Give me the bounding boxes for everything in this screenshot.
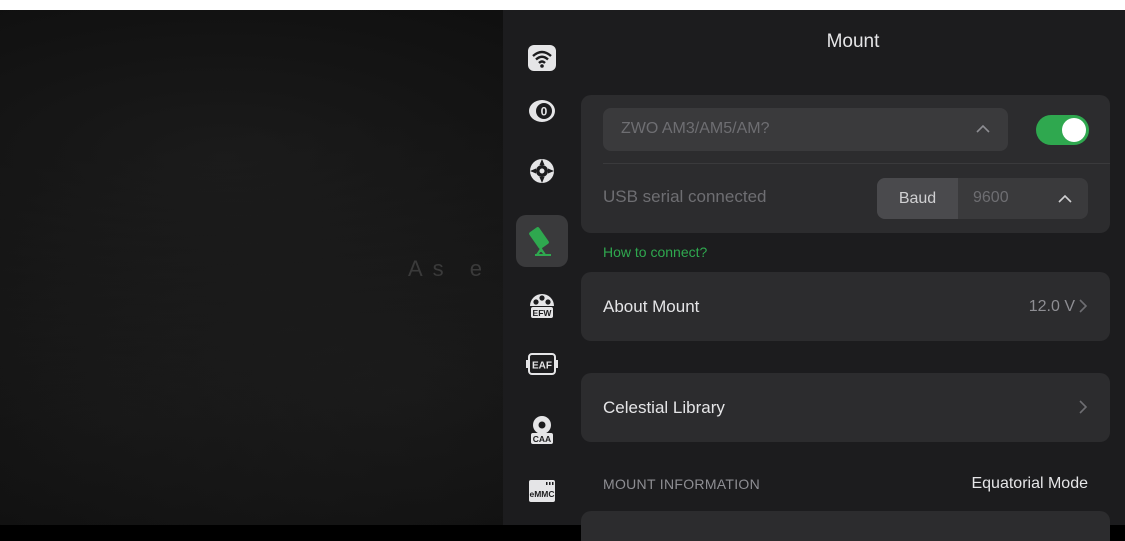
- rail-item-mount[interactable]: [516, 215, 568, 267]
- mount-model-select[interactable]: ZWO AM3/AM5/AM?: [603, 108, 1008, 151]
- guide-crosshair-icon: [530, 159, 554, 183]
- rail-item-guide[interactable]: [516, 145, 568, 197]
- emmc-icon: eMMC: [529, 480, 555, 502]
- about-mount-voltage: 12.0 V: [1028, 298, 1075, 315]
- chevron-up-icon: [1058, 194, 1072, 203]
- usb-status-label: USB serial connected: [603, 187, 767, 206]
- mount-information-card: [581, 511, 1110, 541]
- rail-item-wifi[interactable]: [516, 32, 568, 84]
- svg-text:0: 0: [541, 105, 548, 119]
- rail-item-efw[interactable]: EFW: [516, 278, 568, 330]
- chevron-right-icon: [1079, 400, 1088, 414]
- camera-zero-icon: 0: [529, 100, 555, 122]
- mount-enable-toggle[interactable]: [1036, 115, 1089, 145]
- svg-text:eMMC: eMMC: [529, 489, 554, 499]
- card-divider: [603, 163, 1110, 164]
- rail-item-camera[interactable]: 0: [516, 85, 568, 137]
- background-title: As e: [408, 256, 493, 281]
- baud-value: 9600: [973, 189, 1009, 206]
- baud-label: Baud: [877, 178, 958, 219]
- rail-item-emmc[interactable]: eMMC: [516, 465, 568, 517]
- svg-text:EFW: EFW: [533, 308, 553, 318]
- mount-information-heading: MOUNT INFORMATION: [603, 476, 761, 492]
- how-to-connect-link[interactable]: How to connect?: [603, 244, 707, 260]
- settings-panel: [503, 10, 1125, 525]
- wifi-icon: [528, 45, 556, 71]
- svg-text:CAA: CAA: [533, 434, 551, 444]
- mount-mode-value: Equatorial Mode: [971, 475, 1088, 492]
- efw-icon: EFW: [530, 294, 554, 318]
- toggle-knob: [1062, 118, 1086, 142]
- celestial-library-label: Celestial Library: [603, 398, 725, 417]
- baud-rate-select[interactable]: Baud 9600: [877, 178, 1088, 219]
- chevron-up-icon: [976, 124, 990, 133]
- device-rail: 0 EFW EAF CAA eMMC: [503, 10, 581, 525]
- mount-model-value: ZWO AM3/AM5/AM?: [621, 120, 770, 137]
- rail-item-eaf[interactable]: EAF: [516, 338, 568, 390]
- svg-text:EAF: EAF: [532, 361, 552, 372]
- top-edge: [0, 0, 1125, 10]
- eaf-icon: EAF: [526, 353, 558, 375]
- chevron-right-icon: [1079, 299, 1088, 313]
- rail-item-caa[interactable]: CAA: [516, 404, 568, 456]
- about-mount-label: About Mount: [603, 297, 700, 316]
- page-title: Mount: [826, 31, 880, 52]
- telescope-mount-icon: [529, 227, 551, 256]
- caa-icon: CAA: [531, 416, 553, 444]
